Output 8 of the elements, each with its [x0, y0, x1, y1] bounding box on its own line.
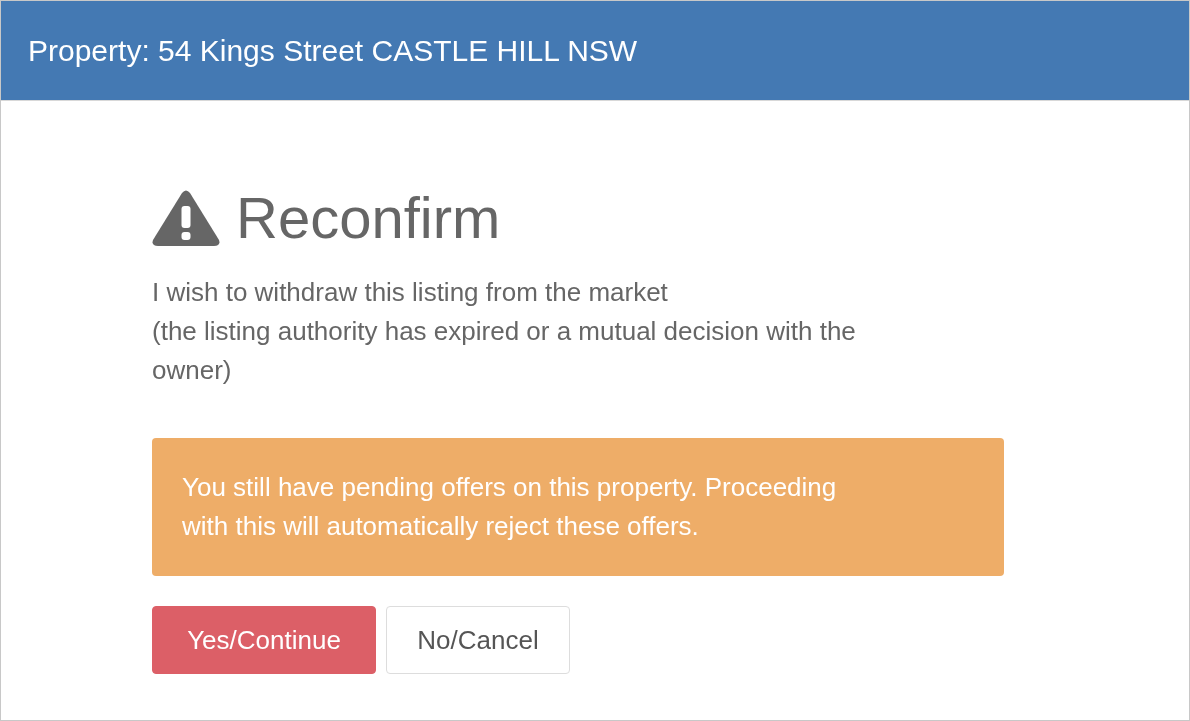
message-text: (the listing authority has expired or a mutual decision with the owner)	[152, 315, 857, 387]
warning-icon	[152, 190, 220, 246]
message-text: I wish to withdraw this listing from the market	[152, 276, 669, 309]
cancel-button[interactable]: No/Cancel	[386, 606, 570, 674]
continue-button[interactable]: Yes/Continue	[152, 606, 376, 674]
window-title: Property: 54 Kings Street CASTLE HILL NSW	[28, 35, 638, 66]
alert-text: You still have pending offers on this property. Proceeding with this will automatically reject these offers.	[182, 471, 838, 543]
dialog-heading: Reconfirm	[236, 185, 501, 251]
